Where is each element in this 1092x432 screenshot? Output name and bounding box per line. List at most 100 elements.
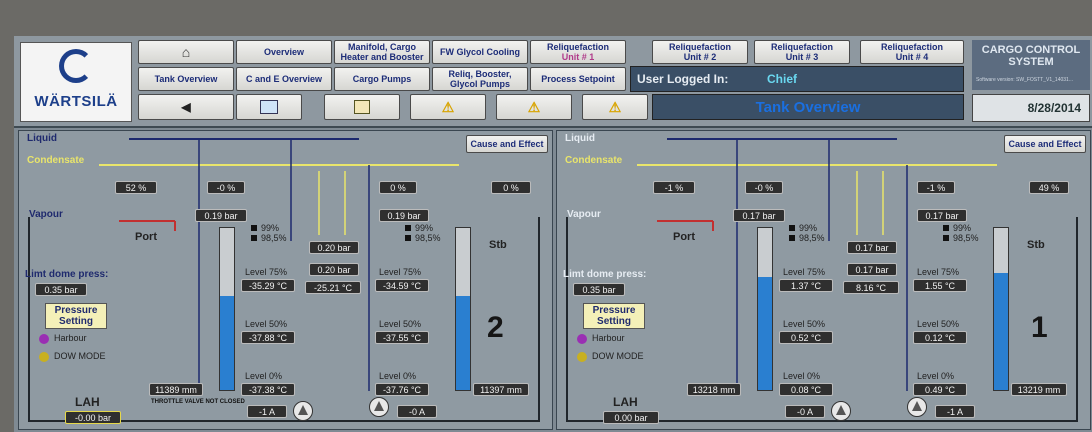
- dow-mode[interactable]: DOW MODE: [39, 351, 106, 362]
- tank-overview-button[interactable]: Tank Overview: [138, 67, 234, 91]
- port-level-50: Level 50%: [245, 319, 288, 329]
- system-banner: CARGO CONTROL SYSTEM Software version: S…: [972, 40, 1090, 90]
- valve-pct-4[interactable]: 0 %: [491, 181, 531, 194]
- report-icon: [354, 100, 370, 114]
- manifold-button[interactable]: Manifold, Cargo Heater and Booster: [334, 40, 430, 64]
- stb-temp-50: 0.12 °C: [913, 331, 967, 344]
- throttle-note: THROTTLE VALVE NOT CLOSED: [151, 399, 245, 405]
- dow-indicator-icon: [39, 351, 49, 362]
- pressure-setting-button[interactable]: Pressure Setting: [45, 303, 107, 329]
- port-temp-75: -35.29 °C: [241, 279, 295, 292]
- reliq-unit2-label: Reliquefaction: [668, 42, 731, 52]
- alarm-button-1[interactable]: ⚠: [410, 94, 486, 120]
- reliq-unit4-sub: Unit # 4: [895, 52, 929, 62]
- stb-temp-50: -37.55 °C: [375, 331, 429, 344]
- tank-number: 1: [1031, 311, 1048, 344]
- port-pump-icon[interactable]: [831, 401, 851, 421]
- pump-amps-stb: -0 A: [397, 405, 437, 418]
- limit-dome-value: 0.35 bar: [573, 283, 625, 296]
- limit-dome-value: 0.35 bar: [35, 283, 87, 296]
- legend-985: 98,5%: [953, 233, 979, 243]
- cause-and-effect-button[interactable]: Cause and Effect: [466, 135, 548, 153]
- condensate-label: Condensate: [565, 155, 623, 166]
- legend-985: 98,5%: [261, 233, 287, 243]
- lah-value: -0.00 bar: [65, 411, 121, 424]
- reliq-unit4-button[interactable]: Reliquefaction Unit # 4: [860, 40, 964, 64]
- tank-panel-1: Liquid Condensate Vapour Cause and Effec…: [556, 130, 1091, 430]
- lah-label: LAH: [613, 395, 638, 409]
- fw-glycol-button[interactable]: FW Glycol Cooling: [432, 40, 528, 64]
- port-label: Port: [135, 231, 157, 243]
- stb-label: Stb: [489, 239, 507, 251]
- stb-level-mm: 13219 mm: [1011, 383, 1067, 396]
- stb-level-bar: [993, 227, 1009, 391]
- pressure-setting-button[interactable]: Pressure Setting: [583, 303, 645, 329]
- cargo-control-screen: WÄRTSILÄ ⌂ Overview Manifold, Cargo Heat…: [14, 36, 1092, 432]
- harbour-mode[interactable]: Harbour: [577, 333, 625, 344]
- stb-pump-icon[interactable]: [907, 397, 927, 417]
- alarm-button-2[interactable]: ⚠: [496, 94, 572, 120]
- vapour-label: Vapour: [567, 209, 601, 220]
- harbour-label: Harbour: [592, 333, 625, 343]
- home-button[interactable]: ⌂: [138, 40, 234, 64]
- reliq-unit2-button[interactable]: Reliquefaction Unit # 2: [652, 40, 748, 64]
- valve-pct-2: -0 %: [207, 181, 245, 194]
- port-level-mm: 13218 mm: [687, 383, 741, 396]
- stb-pressure: 0.19 bar: [379, 209, 429, 222]
- page-title: Tank Overview: [755, 98, 861, 116]
- trend-button[interactable]: [236, 94, 302, 120]
- dow-mode-label: DOW MODE: [592, 351, 644, 361]
- port-level-bar: [757, 227, 773, 391]
- stb-label: Stb: [1027, 239, 1045, 251]
- mid-temperature: 8.16 °C: [843, 281, 899, 294]
- cause-and-effect-button[interactable]: Cause and Effect: [1004, 135, 1086, 153]
- limit-dome-label: Limt dome press:: [563, 269, 647, 280]
- back-button[interactable]: ◀: [138, 94, 234, 120]
- valve-pct-3: 0 %: [379, 181, 417, 194]
- port-temp-75: 1.37 °C: [779, 279, 833, 292]
- stb-level-75: Level 75%: [917, 267, 960, 277]
- reliq-unit4-label: Reliquefaction: [880, 42, 943, 52]
- reliq-unit3-button[interactable]: Reliquefaction Unit # 3: [754, 40, 850, 64]
- logo-text: WÄRTSILÄ: [34, 93, 118, 110]
- overview-button[interactable]: Overview: [236, 40, 332, 64]
- c-and-e-overview-button[interactable]: C and E Overview: [236, 67, 332, 91]
- stb-temp-0: -37.76 °C: [375, 383, 429, 396]
- stb-level-legend: 99% 98,5%: [405, 223, 441, 243]
- harbour-mode[interactable]: Harbour: [39, 333, 87, 344]
- port-temp-0: -37.38 °C: [241, 383, 295, 396]
- reliq-unit1-button[interactable]: Reliquefaction Unit # 1: [530, 40, 626, 64]
- dow-mode[interactable]: DOW MODE: [577, 351, 644, 362]
- home-icon: ⌂: [181, 44, 191, 60]
- legend-99: 99%: [799, 223, 818, 233]
- port-level-fill: [758, 276, 772, 390]
- pump-amps-port: -1 A: [247, 405, 287, 418]
- cargo-pumps-button[interactable]: Cargo Pumps: [334, 67, 430, 91]
- mid-pressure-a: 0.20 bar: [309, 241, 359, 254]
- alarm-icon: ⚠: [441, 99, 455, 115]
- vapour-label: Vapour: [29, 209, 63, 220]
- alarm-button-3[interactable]: ⚠: [582, 94, 648, 120]
- tank-panel-2: Liquid Condensate Vapour Cause and Effec…: [18, 130, 553, 430]
- reliq-unit2-sub: Unit # 2: [683, 52, 717, 62]
- report-button[interactable]: [324, 94, 400, 120]
- port-level-75: Level 75%: [783, 267, 826, 277]
- port-temp-0: 0.08 °C: [779, 383, 833, 396]
- tank-number: 2: [487, 311, 504, 344]
- port-level-75: Level 75%: [245, 267, 288, 277]
- stb-temp-75: -34.59 °C: [375, 279, 429, 292]
- port-pump-icon[interactable]: [293, 401, 313, 421]
- port-level-fill: [220, 296, 234, 390]
- reliq-booster-glycol-button[interactable]: Reliq, Booster, Glycol Pumps: [432, 67, 528, 91]
- stb-pump-icon[interactable]: [369, 397, 389, 417]
- user-label: User Logged In:: [637, 72, 729, 86]
- stb-level-0: Level 0%: [917, 371, 955, 381]
- port-temp-50: -37.88 °C: [241, 331, 295, 344]
- port-temp-50: 0.52 °C: [779, 331, 833, 344]
- stb-level-50: Level 50%: [379, 319, 422, 329]
- legend-99: 99%: [415, 223, 434, 233]
- back-arrow-icon: ◀: [181, 100, 191, 114]
- header: WÄRTSILÄ ⌂ Overview Manifold, Cargo Heat…: [14, 36, 1092, 128]
- process-setpoint-button[interactable]: Process Setpoint: [530, 67, 626, 91]
- port-pressure: 0.19 bar: [195, 209, 247, 222]
